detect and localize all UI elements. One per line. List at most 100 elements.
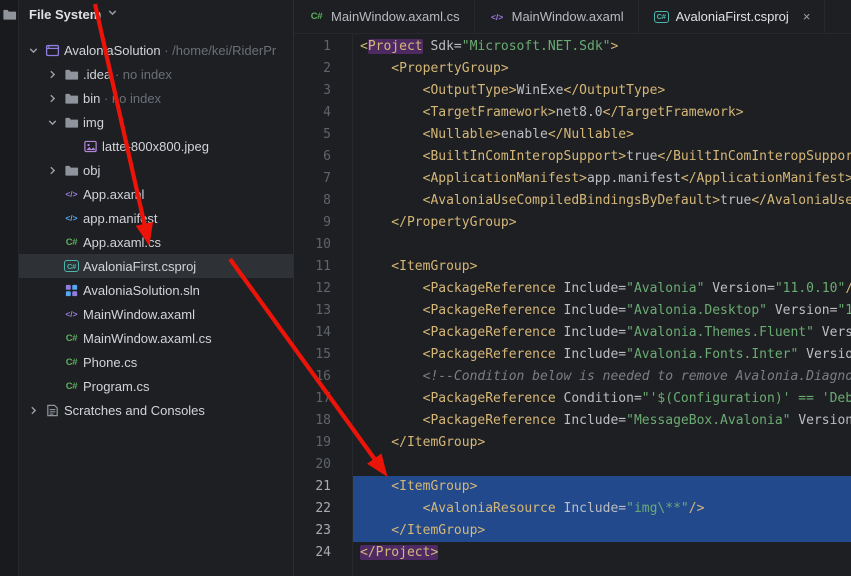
- editor-tab-MainWindow.axaml.cs[interactable]: C#MainWindow.axaml.cs: [294, 0, 475, 33]
- folder-icon: [61, 67, 82, 82]
- line-number[interactable]: 17: [294, 388, 352, 410]
- csproj-icon: C#: [653, 11, 670, 23]
- code-line-9[interactable]: </PropertyGroup>: [353, 212, 851, 234]
- code-line-12[interactable]: <PackageReference Include="Avalonia" Ver…: [353, 278, 851, 300]
- code-line-14[interactable]: <PackageReference Include="Avalonia.Them…: [353, 322, 851, 344]
- panel-header-dropdown[interactable]: File System: [19, 0, 293, 28]
- line-number[interactable]: 23: [294, 520, 352, 542]
- line-number[interactable]: 19: [294, 432, 352, 454]
- line-number[interactable]: 4: [294, 102, 352, 124]
- line-number[interactable]: 7: [294, 168, 352, 190]
- tree-item-AvaloniaSolution[interactable]: AvaloniaSolution · /home/kei/RiderPr: [19, 38, 293, 62]
- code-line-7[interactable]: <ApplicationManifest>app.manifest</Appli…: [353, 168, 851, 190]
- line-number[interactable]: 6: [294, 146, 352, 168]
- line-number[interactable]: 15: [294, 344, 352, 366]
- line-number[interactable]: 9: [294, 212, 352, 234]
- tree-item-suffix: · no index: [111, 67, 172, 82]
- code-line-8[interactable]: <AvaloniaUseCompiledBindingsByDefault>tr…: [353, 190, 851, 212]
- tree-item-MainWindow.axaml[interactable]: </>MainWindow.axaml: [19, 302, 293, 326]
- tree-item-App.axaml.cs[interactable]: C#App.axaml.cs: [19, 230, 293, 254]
- tree-item-label: MainWindow.axaml: [83, 307, 195, 322]
- folder-icon: [61, 91, 82, 106]
- line-number[interactable]: 5: [294, 124, 352, 146]
- tree-item-bin[interactable]: bin · no index: [19, 86, 293, 110]
- line-number[interactable]: 16: [294, 366, 352, 388]
- file-tree: AvaloniaSolution · /home/kei/RiderPr.ide…: [19, 28, 293, 576]
- close-tab-icon[interactable]: ×: [803, 10, 811, 23]
- code-line-18[interactable]: <PackageReference Include="MessageBox.Av…: [353, 410, 851, 432]
- line-number[interactable]: 8: [294, 190, 352, 212]
- line-number[interactable]: 21: [294, 476, 352, 498]
- project-tool-icon[interactable]: [2, 7, 17, 576]
- code-line-10[interactable]: [353, 234, 851, 256]
- line-number[interactable]: 10: [294, 234, 352, 256]
- image-icon: [80, 139, 101, 154]
- chevron-down-icon[interactable]: [25, 44, 42, 57]
- editor-tab-bar: C#MainWindow.axaml.cs</>MainWindow.axaml…: [294, 0, 851, 34]
- code-line-19[interactable]: </ItemGroup>: [353, 432, 851, 454]
- manifest-icon: </>: [61, 213, 82, 223]
- code-line-22[interactable]: <AvaloniaResource Include="img\**"/>: [353, 498, 851, 520]
- code-line-23[interactable]: </ItemGroup>: [353, 520, 851, 542]
- line-number[interactable]: 11: [294, 256, 352, 278]
- line-number[interactable]: 18: [294, 410, 352, 432]
- tree-item-img[interactable]: img: [19, 110, 293, 134]
- code-line-4[interactable]: <TargetFramework>net8.0</TargetFramework…: [353, 102, 851, 124]
- code-line-11[interactable]: <ItemGroup>: [353, 256, 851, 278]
- code-line-13[interactable]: <PackageReference Include="Avalonia.Desk…: [353, 300, 851, 322]
- code-line-5[interactable]: <Nullable>enable</Nullable>: [353, 124, 851, 146]
- line-number[interactable]: 12: [294, 278, 352, 300]
- chevron-down-icon[interactable]: [44, 116, 61, 129]
- cs-icon: C#: [308, 11, 325, 22]
- code-line-1[interactable]: <Project Sdk="Microsoft.NET.Sdk">: [353, 36, 851, 58]
- tab-label: MainWindow.axaml: [512, 9, 624, 24]
- code-line-24[interactable]: </Project>: [353, 542, 851, 564]
- editor-tab-AvaloniaFirst.csproj[interactable]: C#AvaloniaFirst.csproj×: [639, 0, 826, 33]
- tree-item-App.axaml[interactable]: </>App.axaml: [19, 182, 293, 206]
- tree-item-label: img: [83, 115, 104, 130]
- file-system-panel: File System AvaloniaSolution · /home/kei…: [19, 0, 294, 576]
- line-number[interactable]: 20: [294, 454, 352, 476]
- tree-item-app.manifest[interactable]: </>app.manifest: [19, 206, 293, 230]
- tree-item-Program.cs[interactable]: C#Program.cs: [19, 374, 293, 398]
- tree-item-Phone.cs[interactable]: C#Phone.cs: [19, 350, 293, 374]
- code-area[interactable]: <Project Sdk="Microsoft.NET.Sdk"> <Prope…: [353, 34, 851, 576]
- code-line-20[interactable]: [353, 454, 851, 476]
- code-line-2[interactable]: <PropertyGroup>: [353, 58, 851, 80]
- tree-item-Scratches and Consoles[interactable]: Scratches and Consoles: [19, 398, 293, 422]
- scratches-icon: [42, 403, 63, 418]
- sln-icon: [61, 283, 82, 298]
- code-line-21[interactable]: <ItemGroup>: [353, 476, 851, 498]
- tree-item-obj[interactable]: obj: [19, 158, 293, 182]
- code-line-16[interactable]: <!--Condition below is needed to remove …: [353, 366, 851, 388]
- tree-item-AvaloniaSolution.sln[interactable]: AvaloniaSolution.sln: [19, 278, 293, 302]
- chevron-right-icon[interactable]: [44, 68, 61, 81]
- tree-item-MainWindow.axaml.cs[interactable]: C#MainWindow.axaml.cs: [19, 326, 293, 350]
- line-number[interactable]: 22: [294, 498, 352, 520]
- axaml-icon: </>: [61, 309, 82, 319]
- code-line-15[interactable]: <PackageReference Include="Avalonia.Font…: [353, 344, 851, 366]
- code-line-3[interactable]: <OutputType>WinExe</OutputType>: [353, 80, 851, 102]
- line-number[interactable]: 1: [294, 36, 352, 58]
- line-number[interactable]: 13: [294, 300, 352, 322]
- code-line-6[interactable]: <BuiltInComInteropSupport>true</BuiltInC…: [353, 146, 851, 168]
- editor-tab-MainWindow.axaml[interactable]: </>MainWindow.axaml: [475, 0, 639, 33]
- code-line-17[interactable]: <PackageReference Condition="'$(Configur…: [353, 388, 851, 410]
- tree-item-AvaloniaFirst.csproj[interactable]: C#AvaloniaFirst.csproj: [19, 254, 293, 278]
- line-number[interactable]: 2: [294, 58, 352, 80]
- line-number[interactable]: 14: [294, 322, 352, 344]
- tree-item-label: Scratches and Consoles: [64, 403, 205, 418]
- tree-item-suffix: · /home/kei/RiderPr: [161, 43, 277, 58]
- tree-item-label: App.axaml.cs: [83, 235, 161, 250]
- tree-item-.idea[interactable]: .idea · no index: [19, 62, 293, 86]
- line-number[interactable]: 24: [294, 542, 352, 564]
- chevron-right-icon[interactable]: [44, 92, 61, 105]
- tree-item-label: App.axaml: [83, 187, 144, 202]
- chevron-right-icon[interactable]: [25, 404, 42, 417]
- line-number[interactable]: 3: [294, 80, 352, 102]
- tree-item-latte-800x800.jpeg[interactable]: latte-800x800.jpeg: [19, 134, 293, 158]
- tree-item-label: AvaloniaSolution.sln: [83, 283, 200, 298]
- tool-window-strip[interactable]: [0, 0, 19, 576]
- tree-item-label: AvaloniaSolution: [64, 43, 161, 58]
- chevron-right-icon[interactable]: [44, 164, 61, 177]
